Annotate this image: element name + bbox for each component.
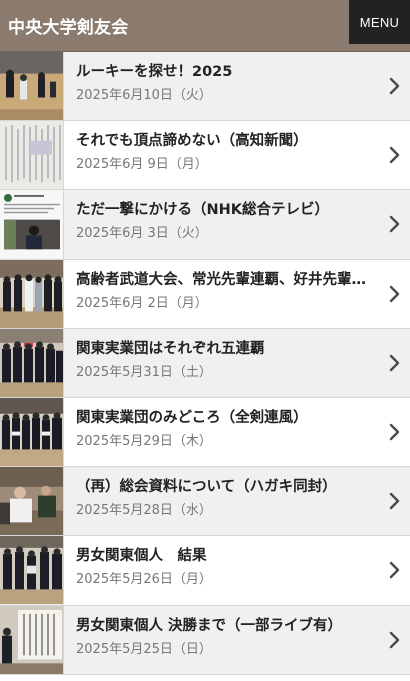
kendo-team-icon [0, 397, 64, 467]
post-list-item[interactable]: 男女関東個人 結果 2025年5月26日（月） [0, 536, 410, 606]
post-title[interactable]: （再）総会資料について（ハガキ同封） [76, 477, 376, 497]
chevron-right-icon[interactable] [389, 285, 400, 303]
post-text: （再）総会資料について（ハガキ同封） 2025年5月28日（水） [64, 467, 410, 535]
chevron-right-icon[interactable] [389, 77, 400, 95]
post-list-item[interactable]: 関東実業団のみどころ（全剣連風） 2025年5月29日（木） [0, 397, 410, 468]
post-list-item[interactable]: ただ一撃にかける（NHK総合テレビ） 2025年6月 3日（火） [0, 190, 410, 260]
group-photo-icon [0, 259, 64, 328]
post-date: 2025年5月28日（水） [76, 503, 212, 519]
kendo-group-icon [0, 536, 64, 605]
site-title[interactable]: 中央大学剣友会 [0, 13, 128, 38]
post-date: 2025年6月 2日（月） [76, 295, 208, 311]
post-text: ただ一撃にかける（NHK総合テレビ） 2025年6月 3日（火） [64, 190, 410, 258]
social-post-icon [0, 190, 64, 259]
chevron-right-icon[interactable] [389, 561, 400, 579]
post-date: 2025年5月31日（土） [76, 364, 212, 380]
post-title[interactable]: 関東実業団はそれぞれ五連覇 [76, 339, 376, 359]
post-date: 2025年5月25日（日） [76, 641, 212, 657]
post-list-item[interactable]: 男女関東個人 決勝まで（一部ライブ有） 2025年5月25日（日） [0, 605, 410, 675]
post-title[interactable]: ただ一撃にかける（NHK総合テレビ） [76, 200, 376, 220]
post-text: ルーキーを探せ！2025 2025年6月10日（火） [64, 52, 410, 120]
post-title[interactable]: 高齢者武道大会、常光先輩連覇、好井先輩… [76, 270, 376, 290]
post-date: 2025年6月10日（火） [76, 88, 212, 103]
post-date: 2025年5月29日（木） [76, 433, 212, 449]
post-text: 高齢者武道大会、常光先輩連覇、好井先輩… 2025年6月 2日（月） [64, 260, 410, 328]
post-title[interactable]: 男女関東個人 結果 [76, 546, 376, 566]
site-header: 中央大学剣友会 MENU [0, 0, 410, 52]
post-list-item[interactable]: ルーキーを探せ！2025 2025年6月10日（火） [0, 52, 410, 122]
post-list-item[interactable]: それでも頂点諦めない（高知新聞） 2025年6月 9日（月） [0, 121, 410, 191]
menu-button[interactable]: MENU [349, 0, 410, 44]
post-list-item[interactable]: 高齢者武道大会、常光先輩連覇、好井先輩… 2025年6月 2日（月） [0, 259, 410, 329]
chevron-right-icon[interactable] [389, 492, 400, 510]
post-text: 男女関東個人 決勝まで（一部ライブ有） 2025年5月25日（日） [64, 606, 410, 674]
meeting-photo-icon [0, 467, 64, 536]
post-title[interactable]: ルーキーを探せ！2025 [76, 62, 376, 82]
post-title[interactable]: 関東実業団のみどころ（全剣連風） [76, 408, 376, 428]
post-text: それでも頂点諦めない（高知新聞） 2025年6月 9日（月） [64, 121, 410, 189]
kendo-match-icon [0, 52, 64, 121]
post-date: 2025年6月 9日（月） [76, 157, 208, 173]
post-list-item[interactable]: （再）総会資料について（ハガキ同封） 2025年5月28日（水） [0, 467, 410, 537]
post-list: ルーキーを探せ！2025 2025年6月10日（火） それでも頂点諦めない（高知… [0, 52, 410, 675]
post-list-item[interactable]: 関東実業団はそれぞれ五連覇 2025年5月31日（土） [0, 328, 410, 398]
team-photo-icon [0, 328, 64, 397]
post-date: 2025年6月 3日（火） [76, 226, 208, 242]
app-root: 中央大学剣友会 MENU ルーキーを探せ！2025 2025年6月10日（火） … [0, 0, 410, 681]
post-title[interactable]: 男女関東個人 決勝まで（一部ライブ有） [76, 616, 376, 636]
chevron-right-icon[interactable] [389, 146, 400, 164]
post-text: 関東実業団のみどころ（全剣連風） 2025年5月29日（木） [64, 398, 410, 466]
post-text: 男女関東個人 結果 2025年5月26日（月） [64, 536, 410, 604]
chevron-right-icon[interactable] [389, 423, 400, 441]
newspaper-clipping-icon [0, 121, 64, 190]
post-title[interactable]: それでも頂点諦めない（高知新聞） [76, 131, 376, 151]
post-text: 関東実業団はそれぞれ五連覇 2025年5月31日（土） [64, 329, 410, 397]
chevron-right-icon[interactable] [389, 215, 400, 233]
post-date: 2025年5月26日（月） [76, 572, 212, 588]
chevron-right-icon[interactable] [389, 354, 400, 372]
results-board-icon [0, 605, 64, 674]
chevron-right-icon[interactable] [389, 631, 400, 649]
